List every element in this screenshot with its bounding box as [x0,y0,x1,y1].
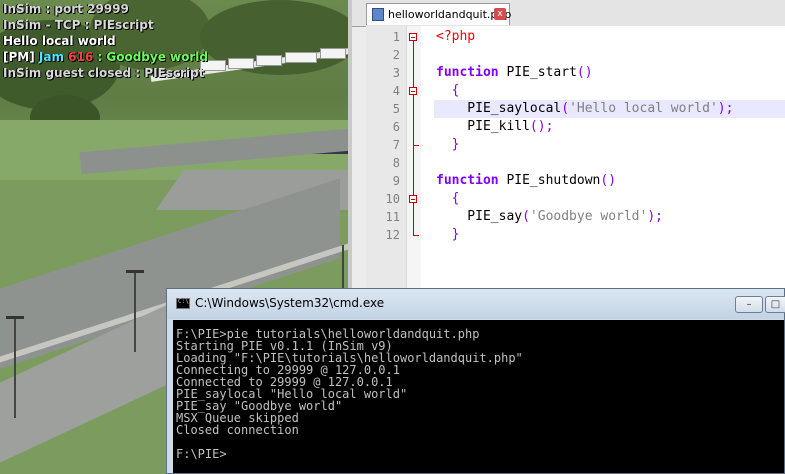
cmd-title-bar[interactable]: C:\Windows\System32\cmd.exe – □ [167,289,785,319]
code-line: <?php [436,29,475,44]
cmd-window: C:\Windows\System32\cmd.exe – □ F:\PIE>p… [166,288,785,474]
line-number: 12 [385,228,400,242]
lamp-head [6,316,24,319]
code-token: PIE_say [436,209,523,224]
insim-message-log: InSim : port 29999 InSim - TCP : PIEscrip… [3,1,208,81]
trackside-sign [228,58,254,69]
line-number: 3 [392,66,400,80]
fold-toggle-icon[interactable] [409,33,417,41]
lamp-head [126,270,144,273]
insim-message: [PM] Jam 616 : Goodbye world [3,49,208,65]
insim-message-text: Hello local world [3,34,116,48]
code-line: PIE_saylocal('Hello local world'); [436,101,733,116]
code-editor-window: helloworldandquit.php x 1 2 3 4 5 6 7 8 9 10 11 12 … [348,0,785,288]
code-line: } [436,227,460,242]
insim-message: Hello local world [3,33,208,49]
line-number: 9 [392,174,400,188]
line-number-gutter: 1 2 3 4 5 6 7 8 9 10 11 12 [366,26,406,288]
code-token: ); [647,209,663,224]
insim-message-text: InSim guest closed : PIEscript [3,66,205,80]
insim-message-text: [PM] [3,50,39,64]
line-number: 7 [392,138,400,152]
code-line: function PIE_shutdown() [436,173,616,188]
code-token: PIE_saylocal [436,101,562,116]
code-line: PIE_kill(); [436,119,553,134]
line-number: 10 [385,192,400,206]
code-token: { [436,83,460,98]
line-number: 11 [385,210,400,224]
insim-message: InSim - TCP : PIEscript [3,17,208,33]
insim-message-text: 616 [68,50,94,64]
tab-label: helloworldandquit.php [388,8,512,21]
code-line: } [436,137,460,152]
code-token: { [436,191,460,206]
code-token: () [600,173,617,188]
file-icon [372,8,384,21]
lamp-post [14,318,16,418]
code-area[interactable]: 1 2 3 4 5 6 7 8 9 10 11 12 <?php function PIE_start(… [366,26,785,288]
code-token: PIE_start [506,65,577,80]
code-line: function PIE_start() [436,65,593,80]
console-output: F:\PIE>pie tutorials\helloworldandquit.p… [176,328,523,460]
code-token: (); [529,119,554,134]
console-line: Closed connection [176,423,299,437]
maximize-button[interactable]: □ [765,296,785,313]
insim-message: InSim : port 29999 [3,1,208,17]
code-token: } [436,137,460,152]
fold-line [413,203,414,236]
code-token: PIE_kill [436,119,530,134]
insim-message-text: InSim - TCP : PIEscript [3,18,154,32]
cmd-app-icon [176,298,190,309]
code-token: 'Goodbye world' [529,209,648,224]
line-number: 5 [392,102,400,116]
code-token: PIE_shutdown [506,173,601,188]
trackside-sign [320,48,346,59]
fold-toggle-icon[interactable] [409,195,417,203]
line-number: 8 [392,156,400,170]
fold-toggle-icon[interactable] [409,87,417,95]
cmd-console[interactable]: F:\PIE>pie tutorials\helloworldandquit.p… [173,320,784,473]
insim-message-text: : Goodbye world [93,50,208,64]
code-token: function [436,65,507,80]
lamp-post [134,272,136,352]
insim-message-text: Jam [38,50,69,64]
code-token: function [436,173,507,188]
line-number: 4 [392,84,400,98]
code-line: { [436,191,460,206]
code-token: <?php [436,29,476,44]
code-token: ( [561,101,570,116]
trackside-sign [256,55,282,66]
minimize-button[interactable]: – [735,296,763,313]
line-number: 1 [392,30,400,44]
insim-message: InSim guest closed : PIEscript [3,65,208,81]
trackside-sign [285,52,317,63]
code-line: PIE_say('Goodbye world'); [436,209,663,224]
code-token: 'Hello local world' [569,101,718,116]
insim-message-text: InSim : port 29999 [3,2,129,16]
code-token: ( [522,209,530,224]
fold-end [413,235,419,236]
code-line: { [436,83,460,98]
code-token: } [436,227,460,242]
code-token: () [576,65,593,80]
fold-line [413,95,414,146]
editor-tab-bar: helloworldandquit.php x [352,0,785,27]
cmd-title: C:\Windows\System32\cmd.exe [195,296,385,310]
code-token: ); [717,101,734,116]
close-tab-icon[interactable]: x [494,8,506,20]
fold-end [413,145,419,146]
line-number: 6 [392,120,400,134]
console-line: F:\PIE> [176,447,227,461]
tab-helloworldandquit[interactable]: helloworldandquit.php x [366,3,512,25]
line-number: 2 [392,48,400,62]
